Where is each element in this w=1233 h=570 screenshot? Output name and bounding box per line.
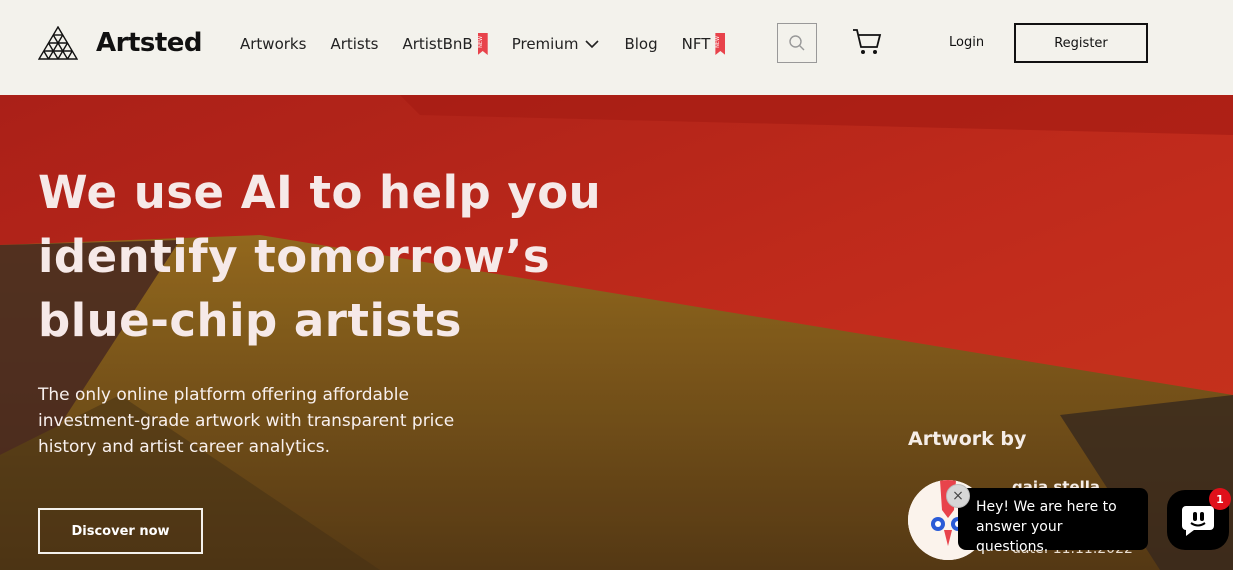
nav-label: Artworks	[240, 35, 307, 53]
nav-item-blog[interactable]: Blog	[624, 35, 657, 53]
close-icon: ×	[952, 488, 964, 504]
hero-subtitle: The only online platform offering afford…	[38, 385, 455, 457]
chat-close-button[interactable]: ×	[946, 484, 970, 508]
artwork-by-label: Artwork by	[908, 428, 1027, 450]
discover-now-button[interactable]: Discover now	[38, 508, 203, 554]
nav-item-artists[interactable]: Artists	[330, 35, 378, 53]
nav-label: Premium	[511, 35, 579, 53]
new-badge: NEW	[715, 33, 726, 55]
register-label: Register	[1054, 35, 1108, 51]
nav-label: Blog	[624, 35, 658, 53]
chat-message: Hey! We are here to answer your question…	[976, 499, 1117, 555]
register-button[interactable]: Register	[1014, 23, 1148, 63]
nav-item-artistbnb[interactable]: ArtistBnB NEW	[402, 33, 488, 55]
new-badge: NEW	[477, 33, 488, 55]
hero-title-line: We use AI to help you	[38, 166, 602, 219]
login-link[interactable]: Login	[949, 35, 984, 50]
triangle-grid-logo-icon	[38, 26, 78, 60]
nav-item-nft[interactable]: NFT NEW	[682, 33, 726, 55]
nav-label: Artists	[330, 35, 379, 53]
chevron-down-icon	[585, 40, 600, 49]
nav-item-artworks[interactable]: Artworks	[240, 35, 306, 53]
discover-label: Discover now	[71, 523, 170, 539]
cart-icon[interactable]	[852, 28, 882, 56]
nav-item-premium[interactable]: Premium	[512, 35, 601, 53]
brand-name: Artsted	[96, 28, 203, 58]
hero-title-line: blue-chip artists	[38, 294, 462, 347]
search-button[interactable]	[777, 23, 817, 63]
nav-label: NFT	[681, 35, 711, 53]
main-nav: Artworks Artists ArtistBnB NEW Premium B…	[240, 33, 749, 55]
hero-title: We use AI to help you identify tomorrow’…	[38, 161, 678, 353]
chat-icon	[1182, 506, 1214, 536]
hero-title-line: identify tomorrow’s	[38, 230, 551, 283]
brand-logo[interactable]: Artsted	[38, 26, 203, 60]
new-badge-text: NEW	[477, 36, 484, 48]
new-badge-text: NEW	[715, 36, 722, 48]
site-header: Artsted Artworks Artists ArtistBnB NEW P…	[0, 0, 1233, 95]
chat-greeting-bubble[interactable]: Hey! We are here to answer your question…	[958, 488, 1148, 555]
search-icon	[789, 35, 805, 51]
nav-label: ArtistBnB	[402, 35, 473, 53]
chat-unread-badge: 1	[1209, 488, 1231, 510]
